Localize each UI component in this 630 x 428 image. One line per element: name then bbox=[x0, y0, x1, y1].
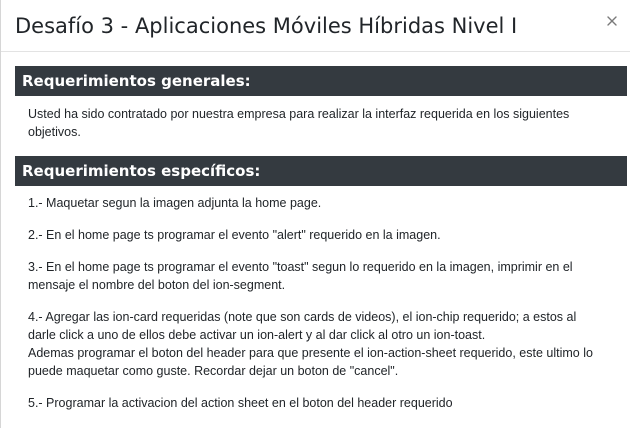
modal-header: Desafío 3 - Aplicaciones Móviles Híbrida… bbox=[1, 0, 630, 52]
general-requirements-text: Usted ha sido contratado por nuestra emp… bbox=[28, 107, 570, 139]
requirement-text: 4.- Agregar las ion-card requeridas (not… bbox=[28, 310, 577, 342]
requirement-item: 3.- En el home page ts programar el even… bbox=[28, 258, 600, 294]
requirement-item: 4.- Agregar las ion-card requeridas (not… bbox=[28, 308, 600, 380]
close-icon bbox=[607, 16, 617, 26]
specific-requirements-list: 1.- Maquetar segun la imagen adjunta la … bbox=[15, 186, 630, 412]
modal-body: Requerimientos generales: Usted ha sido … bbox=[1, 52, 630, 412]
requirement-text-continued: Ademas programar el boton del header par… bbox=[28, 346, 593, 378]
general-requirements-heading: Requerimientos generales: bbox=[15, 66, 627, 96]
modal-title: Desafío 3 - Aplicaciones Móviles Híbrida… bbox=[15, 13, 518, 38]
requirement-text: 2.- En el home page ts programar el even… bbox=[28, 228, 441, 242]
close-button[interactable] bbox=[600, 9, 624, 33]
requirement-item: 1.- Maquetar segun la imagen adjunta la … bbox=[28, 194, 600, 212]
requirement-text: 3.- En el home page ts programar el even… bbox=[28, 260, 573, 292]
specific-requirements-heading: Requerimientos específicos: bbox=[15, 156, 627, 186]
requirement-text: 1.- Maquetar segun la imagen adjunta la … bbox=[28, 196, 322, 210]
requirement-text: 5.- Programar la activacion del action s… bbox=[28, 396, 453, 410]
requirement-item: 5.- Programar la activacion del action s… bbox=[28, 394, 600, 412]
requirement-item: 2.- En el home page ts programar el even… bbox=[28, 226, 600, 244]
challenge-modal: Desafío 3 - Aplicaciones Móviles Híbrida… bbox=[0, 0, 630, 428]
